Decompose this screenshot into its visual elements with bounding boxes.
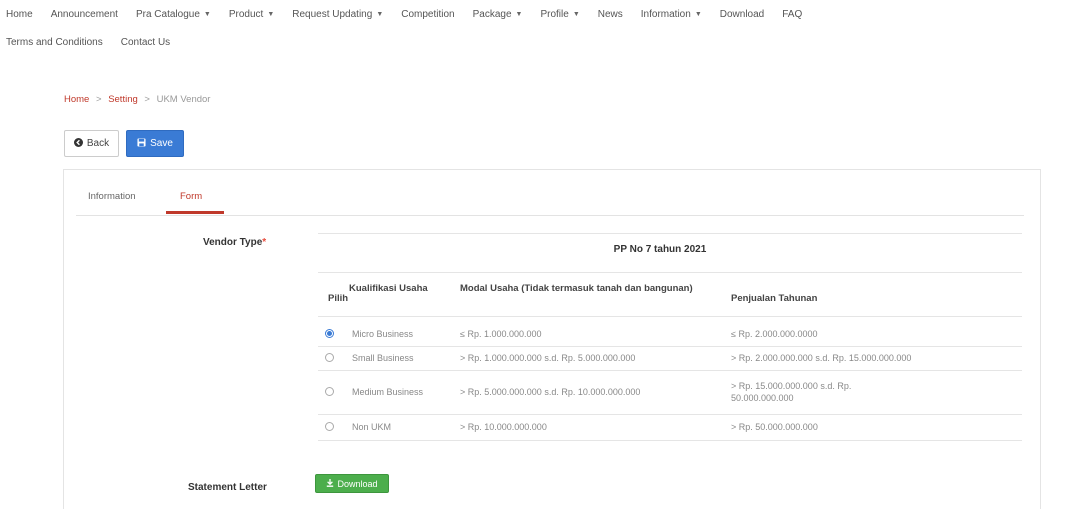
breadcrumb-home[interactable]: Home — [64, 94, 89, 105]
nav-item-label: Profile — [540, 9, 569, 20]
nav-item-label: Contact Us — [120, 37, 171, 48]
caret-down-icon: ▼ — [694, 11, 702, 18]
download-button[interactable]: Download — [315, 474, 389, 493]
nav-item-label: Download — [719, 9, 765, 20]
breadcrumb-separator: > — [95, 94, 102, 105]
nav-item-label: Package — [472, 9, 512, 20]
nav-item-label: Request Updating — [292, 9, 373, 20]
save-label: Save — [150, 138, 173, 149]
statement-letter-label: Statement Letter — [188, 482, 267, 493]
vendor-type-radio[interactable] — [325, 353, 334, 362]
download-icon — [326, 478, 334, 489]
caret-down-icon: ▼ — [203, 11, 211, 18]
circle-arrow-left-icon — [73, 138, 83, 149]
nav-item-label: Product — [228, 9, 264, 20]
vendor-type-text: Vendor Type — [203, 237, 263, 248]
header-kualifikasi: Kualifikasi Usaha — [349, 283, 428, 294]
cell-penjualan: ≤ Rp. 2.000.000.0000 — [731, 328, 818, 339]
table-header-border — [318, 316, 1022, 317]
nav-competition[interactable]: Competition — [401, 9, 454, 20]
vendor-type-radio[interactable] — [325, 422, 334, 431]
nav-row-1: Home Announcement Pra Catalogue ▼ Product ▼ Re… — [6, 9, 820, 20]
nav-contact-us[interactable]: Contact Us — [121, 37, 170, 48]
vendor-type-radio[interactable] — [325, 328, 334, 338]
caret-down-icon: ▼ — [515, 11, 523, 18]
nav-profile[interactable]: Profile ▼ — [540, 9, 579, 20]
nav-download[interactable]: Download — [720, 9, 764, 20]
nav-item-label: Information — [640, 9, 691, 20]
cell-modal: ≤ Rp. 1.000.000.000 — [460, 328, 542, 339]
cell-kualifikasi: Non UKM — [352, 422, 392, 432]
nav-terms[interactable]: Terms and Conditions — [6, 37, 103, 48]
table-divider — [318, 272, 1022, 273]
header-penjualan: Penjualan Tahunan — [731, 293, 818, 304]
header-pilih: Pilih — [328, 293, 349, 304]
nav-announcement[interactable]: Announcement — [51, 9, 118, 20]
required-mark: * — [262, 237, 267, 248]
header-modal: Modal Usaha (Tidak termasuk tanah dan ba… — [460, 283, 693, 294]
breadcrumb-current: UKM Vendor — [156, 94, 211, 105]
table-row-border — [318, 346, 1022, 347]
cell-penjualan: > Rp. 2.000.000.000 s.d. Rp. 15.000.000.… — [731, 353, 912, 363]
back-button[interactable]: Back — [64, 130, 119, 157]
breadcrumb-separator: > — [144, 94, 150, 105]
active-tab-indicator — [166, 211, 224, 214]
nav-package[interactable]: Package ▼ — [473, 9, 523, 20]
nav-faq[interactable]: FAQ — [782, 9, 802, 20]
caret-down-icon: ▼ — [267, 11, 275, 18]
vendor-type-label: Vendor Type* — [203, 237, 266, 248]
nav-home[interactable]: Home — [6, 9, 33, 20]
cell-modal: > Rp. 5.000.000.000 s.d. Rp. 10.000.000.… — [460, 387, 641, 397]
cell-modal: > Rp. 1.000.000.000 s.d. Rp. 5.000.000.0… — [460, 353, 636, 363]
caret-down-icon: ▼ — [376, 11, 384, 18]
nav-news[interactable]: News — [598, 9, 623, 20]
cell-kualifikasi: Medium Business — [352, 387, 424, 397]
cell-modal: > Rp. 10.000.000.000 — [460, 422, 547, 432]
vendor-type-radio[interactable] — [325, 387, 334, 396]
nav-item-label: Pra Catalogue — [135, 9, 200, 20]
floppy-disk-icon — [137, 138, 146, 149]
tab-information[interactable]: Information — [88, 191, 136, 202]
nav-pra-catalogue[interactable]: Pra Catalogue ▼ — [136, 9, 211, 20]
save-button[interactable]: Save — [126, 130, 184, 157]
cell-penjualan: > Rp. 50.000.000.000 — [731, 422, 818, 432]
table-row-border — [318, 370, 1022, 371]
nav-item-label: Home — [6, 9, 33, 20]
table-title: PP No 7 tahun 2021 — [613, 244, 707, 255]
nav-request-updating[interactable]: Request Updating ▼ — [292, 9, 383, 20]
table-row-border — [318, 414, 1022, 415]
table-top-border — [318, 233, 1022, 234]
tab-bar: Information Form — [76, 185, 1024, 216]
caret-down-icon: ▼ — [572, 11, 580, 18]
nav-product[interactable]: Product ▼ — [229, 9, 274, 20]
nav-row-2: Terms and Conditions Contact Us — [6, 37, 188, 48]
nav-item-label: Terms and Conditions — [6, 37, 103, 48]
cell-kualifikasi: Micro Business — [352, 328, 414, 339]
download-label: Download — [337, 478, 378, 489]
cell-kualifikasi: Small Business — [352, 353, 414, 363]
table-row-border — [318, 440, 1022, 441]
nav-item-label: Competition — [401, 9, 455, 20]
tab-form[interactable]: Form — [180, 191, 202, 202]
back-label: Back — [86, 138, 110, 149]
breadcrumb-setting[interactable]: Setting — [108, 94, 138, 105]
nav-information[interactable]: Information ▼ — [641, 9, 702, 20]
nav-item-label: Announcement — [50, 9, 118, 20]
cell-penjualan: > Rp. 15.000.000.000 s.d. Rp. 50.000.000… — [731, 381, 852, 403]
breadcrumb: Home > Setting > UKM Vendor — [64, 94, 210, 105]
nav-item-label: FAQ — [782, 9, 803, 20]
nav-item-label: News — [597, 9, 623, 20]
